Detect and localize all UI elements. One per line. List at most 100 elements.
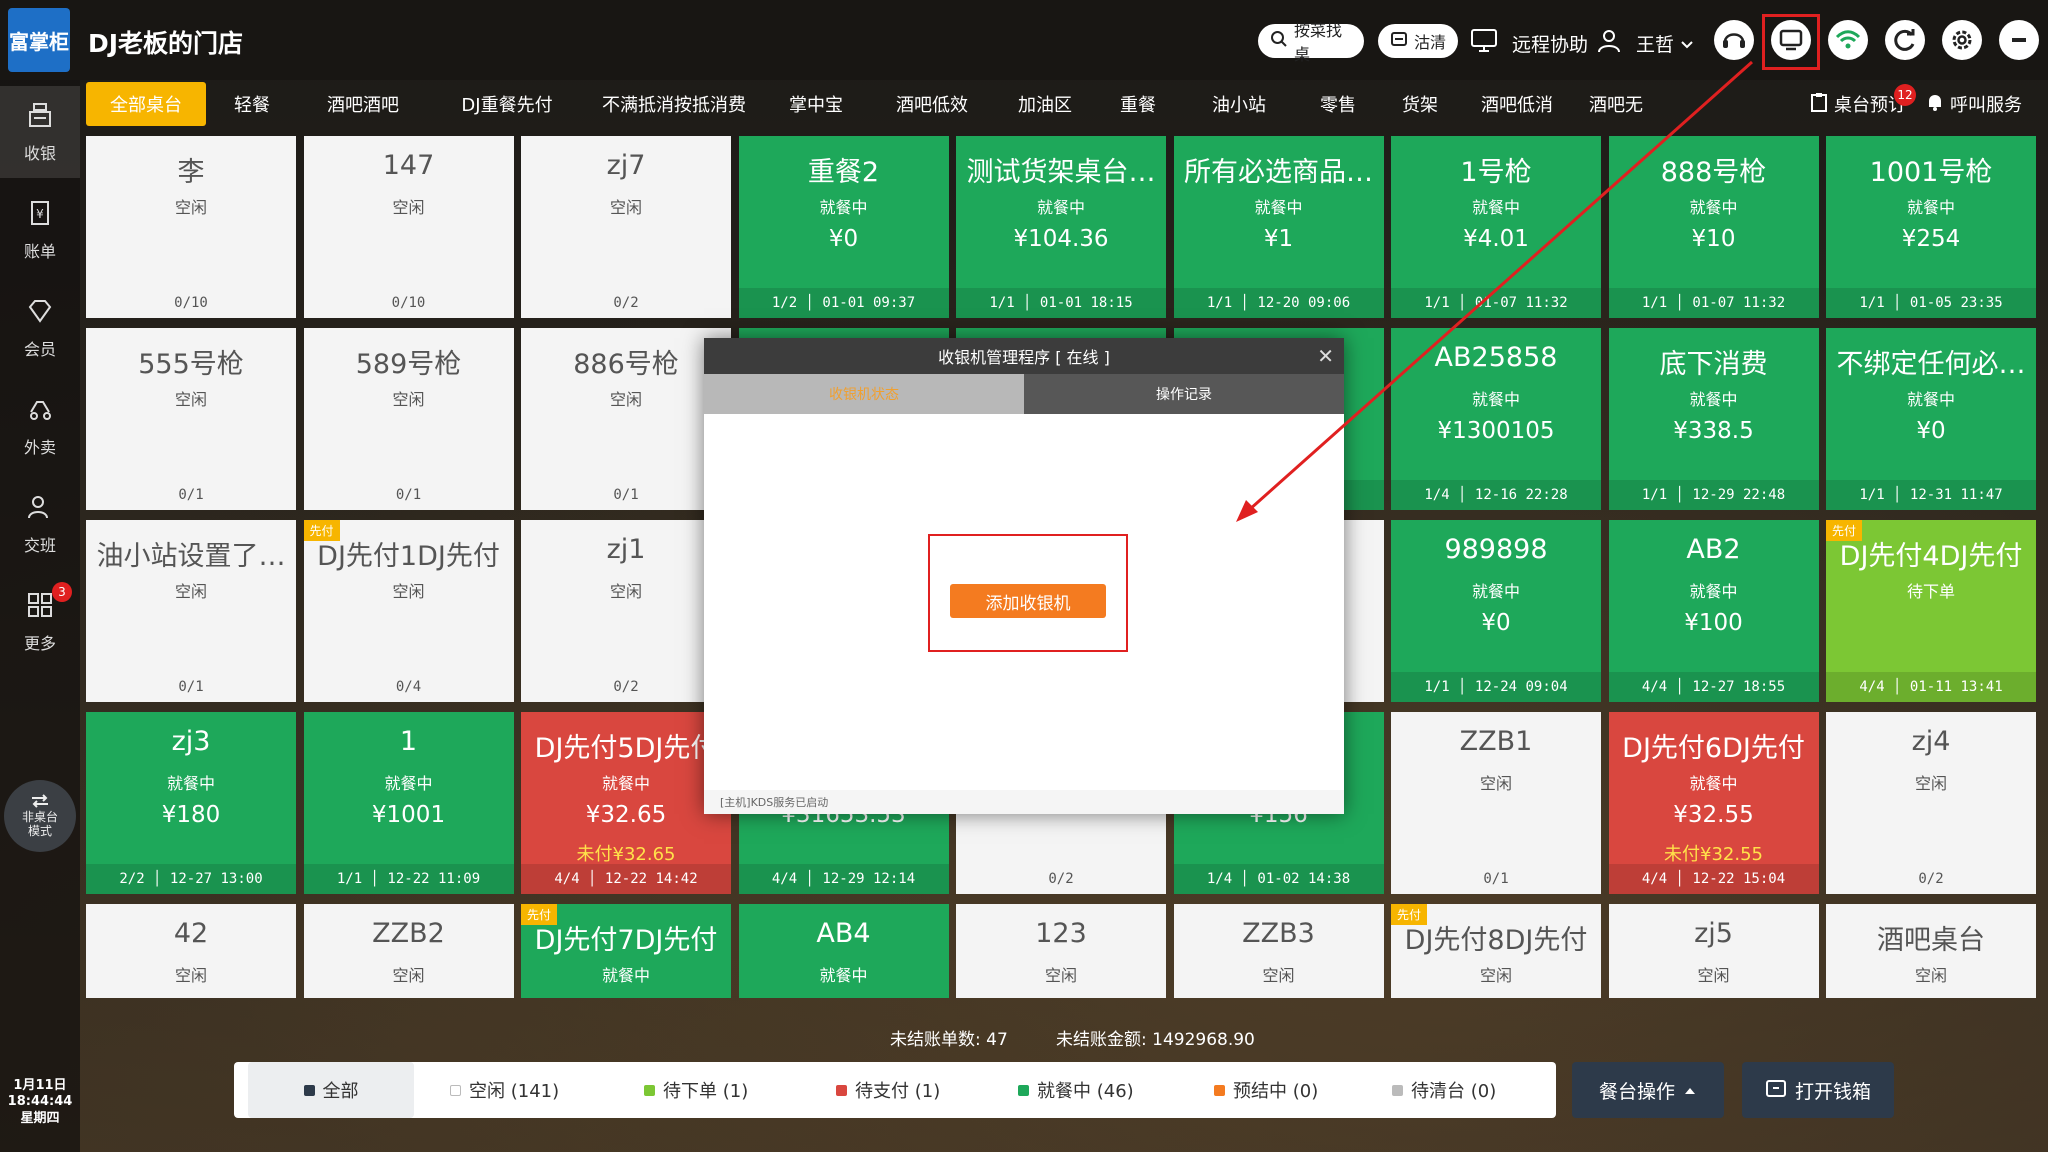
status-filter-label: 待支付 (1) <box>855 1081 941 1102</box>
table-card[interactable]: 147 空闲 0/10 <box>303 136 514 318</box>
table-status: 空闲 <box>1479 774 1512 793</box>
tab-category[interactable]: 重餐 <box>1096 82 1180 126</box>
sidebar-item-shift[interactable]: 交班 <box>0 478 80 570</box>
top-bar: 富掌柜 DJ老板的门店 按菜找桌 沽清 远程协助 王哲 <box>0 0 2048 80</box>
status-filter[interactable]: 预结中 (0) <box>1214 1062 1354 1118</box>
table-amount: ¥254 <box>1901 226 1961 252</box>
tab-category[interactable]: 酒吧无 <box>1576 82 1656 126</box>
tab-category[interactable]: DJ重餐先付 <box>432 82 582 126</box>
datetime: 1月11日 18:44:44 星期四 <box>0 1078 80 1127</box>
table-card[interactable]: 不绑定任何必… 就餐中 ¥0 1/1 │ 12-31 11:47 <box>1826 328 2036 510</box>
cash-drawer-icon <box>1765 1078 1787 1103</box>
table-card[interactable]: DJ先付7DJ先付 就餐中 先付 <box>521 904 731 998</box>
status-dot-icon <box>303 1084 315 1096</box>
tab-category[interactable]: 掌中宝 <box>766 82 866 126</box>
sidebar-item-members[interactable]: 会员 <box>0 282 80 374</box>
table-card[interactable]: 重餐2 就餐中 ¥0 1/2 │ 01-01 09:37 <box>738 136 949 318</box>
sidebar-item-more[interactable]: 更多 3 <box>0 576 80 668</box>
table-card[interactable]: ZZB1 空闲 0/1 <box>1391 712 1601 894</box>
table-card[interactable]: 测试货架桌台… 就餐中 ¥104.36 1/1 │ 01-01 18:15 <box>956 136 1166 318</box>
non-table-mode-button[interactable]: 非桌台 模式 <box>4 780 76 852</box>
table-card[interactable]: DJ先付5DJ先付 就餐中 ¥32.65 未付¥32.65 4/4 │ 12-22 14… <box>521 712 731 894</box>
tab-category[interactable]: 油小站 <box>1184 82 1294 126</box>
status-filter[interactable]: 就餐中 (46) <box>1018 1062 1178 1118</box>
tab-category[interactable]: 货架 <box>1382 82 1458 126</box>
minimize-icon[interactable] <box>1999 20 2039 60</box>
sidebar-item-takeout[interactable]: 外卖 <box>0 380 80 472</box>
table-card[interactable]: zj7 空闲 0/2 <box>521 136 731 318</box>
tab-operation-log[interactable]: 操作记录 <box>1024 374 1344 414</box>
table-amount: ¥1300105 <box>1437 418 1555 444</box>
table-card[interactable]: AB25858 就餐中 ¥1300105 1/4 │ 12-16 22:28 <box>1391 328 1601 510</box>
table-card[interactable]: DJ先付4DJ先付 待下单 4/4 │ 01-11 13:41 先付 <box>1826 520 2036 702</box>
status-filter[interactable]: 全部 <box>248 1062 414 1118</box>
user-menu[interactable]: 王哲 <box>1596 28 1694 59</box>
tab-category[interactable]: 不满抵消按抵消费 <box>586 82 762 126</box>
status-filter[interactable]: 空闲 (141) <box>450 1062 580 1118</box>
status-filter[interactable]: 待支付 (1) <box>836 1062 976 1118</box>
tab-category[interactable]: 酒吧低消 <box>1462 82 1572 126</box>
table-footer: 0/10 <box>174 295 208 311</box>
call-service-button[interactable]: 呼叫服务 <box>1926 82 2022 126</box>
sidebar-item-cashier[interactable]: 收银 <box>0 86 80 178</box>
table-card[interactable]: DJ先付8DJ先付 空闲 先付 <box>1391 904 1601 998</box>
table-card[interactable]: zj3 就餐中 ¥180 2/2 │ 12-27 13:00 <box>86 712 296 894</box>
tab-category[interactable]: 酒吧低效 <box>870 82 994 126</box>
table-card[interactable]: zj5 空闲 <box>1608 904 1819 998</box>
tab-category[interactable]: 酒吧酒吧 <box>298 82 428 126</box>
gear-icon[interactable] <box>1942 20 1982 60</box>
tab-category[interactable]: 加油区 <box>998 82 1092 126</box>
table-card[interactable]: zj1 空闲 0/2 <box>521 520 731 702</box>
table-card[interactable]: 555号枪 空闲 0/1 <box>86 328 296 510</box>
tab-cashier-status[interactable]: 收银机状态 <box>704 374 1024 414</box>
bell-icon <box>1926 92 1944 117</box>
table-card[interactable]: 123 空闲 <box>956 904 1166 998</box>
table-card[interactable]: 1001号枪 就餐中 ¥254 1/1 │ 01-05 23:35 <box>1826 136 2036 318</box>
table-card[interactable]: AB2 就餐中 ¥100 4/4 │ 12-27 18:55 <box>1608 520 1819 702</box>
table-footer: 1/1 │ 12-22 11:09 <box>303 864 514 894</box>
sidebar-item-bills[interactable]: ¥ 账单 <box>0 184 80 276</box>
table-amount: ¥32.65 <box>585 802 667 828</box>
status-dot-icon <box>644 1084 655 1096</box>
table-card[interactable]: 888号枪 就餐中 ¥10 1/1 │ 01-07 11:32 <box>1608 136 1819 318</box>
table-card[interactable]: 李空闲 0/10 <box>86 136 296 318</box>
open-cash-drawer-button[interactable]: 打开钱箱 <box>1742 1062 1894 1118</box>
table-card[interactable]: AB4 就餐中 <box>738 904 949 998</box>
table-card[interactable]: 989898 就餐中 ¥0 1/1 │ 12-24 09:04 <box>1391 520 1601 702</box>
table-footer: 1/4 │ 12-16 22:28 <box>1391 480 1601 510</box>
table-name: DJ先付6DJ先付 <box>1622 733 1805 764</box>
reserve-button[interactable]: 桌台预订 <box>1810 82 1906 126</box>
table-card[interactable]: zj4 空闲 0/2 <box>1826 712 2036 894</box>
wifi-icon[interactable] <box>1828 20 1868 60</box>
add-cashier-button[interactable]: 添加收银机 <box>950 584 1106 618</box>
table-card[interactable]: DJ先付6DJ先付 就餐中 ¥32.55 未付¥32.55 4/4 │ 12-22 15… <box>1608 712 1819 894</box>
clear-stock-button[interactable]: 沽清 <box>1378 24 1458 58</box>
status-filter[interactable]: 待下单 (1) <box>644 1062 784 1118</box>
table-card[interactable]: 1 就餐中 ¥1001 1/1 │ 12-22 11:09 <box>303 712 514 894</box>
unsettled-amount: 未结账金额: 1492968.90 <box>1056 1030 1255 1050</box>
refresh-icon[interactable] <box>1885 20 1925 60</box>
table-card[interactable]: ZZB3 空闲 <box>1173 904 1384 998</box>
table-operations-button[interactable]: 餐台操作 <box>1572 1062 1724 1118</box>
tab-category[interactable]: 全部桌台 <box>86 82 206 126</box>
table-card[interactable]: 酒吧桌台 空闲 <box>1826 904 2036 998</box>
search-dish-button[interactable]: 按菜找桌 <box>1258 21 1364 64</box>
table-card[interactable]: 油小站设置了… 空闲 0/1 <box>86 520 296 702</box>
customer-service-icon[interactable] <box>1714 20 1754 60</box>
table-status: 空闲 <box>392 198 425 217</box>
close-icon[interactable]: ✕ <box>1317 344 1334 368</box>
status-filter[interactable]: 待清台 (0) <box>1392 1062 1542 1118</box>
table-card[interactable]: 886号枪 空闲 0/1 <box>521 328 731 510</box>
table-status: 就餐中 <box>1471 582 1520 601</box>
table-card[interactable]: 所有必选商品… 就餐中 ¥1 1/1 │ 12-20 09:06 <box>1173 136 1384 318</box>
table-status: 就餐中 <box>1906 390 1955 409</box>
table-card[interactable]: ZZB2 空闲 <box>303 904 514 998</box>
tab-category[interactable]: 轻餐 <box>210 82 294 126</box>
table-card[interactable]: 1号枪 就餐中 ¥4.01 1/1 │ 01-07 11:32 <box>1391 136 1601 318</box>
table-card[interactable]: 589号枪 空闲 0/1 <box>303 328 514 510</box>
tab-category[interactable]: 零售 <box>1298 82 1378 126</box>
remote-assist-button[interactable]: 远程协助 <box>1470 28 1588 59</box>
table-card[interactable]: 42 空闲 <box>86 904 296 998</box>
table-card[interactable]: 底下消费 就餐中 ¥338.5 1/1 │ 12-29 22:48 <box>1608 328 1819 510</box>
table-card[interactable]: DJ先付1DJ先付 空闲 0/4 先付 <box>303 520 514 702</box>
